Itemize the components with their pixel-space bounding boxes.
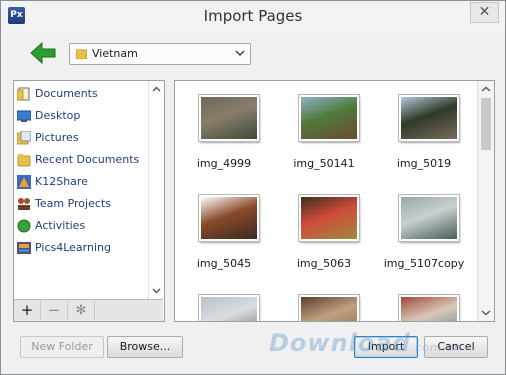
thumbnail-item[interactable]: img_50141 — [278, 81, 370, 171]
sidebar-item-k12share[interactable]: K12Share — [16, 172, 146, 192]
back-arrow-icon — [30, 41, 56, 65]
pictures-icon — [17, 131, 31, 145]
add-location-button[interactable]: + — [14, 301, 41, 320]
sidebar-item-label: Recent Documents — [35, 153, 140, 166]
documents-icon — [17, 87, 30, 101]
team-icon — [18, 198, 30, 210]
thumbnail-image — [199, 195, 259, 241]
cancel-button[interactable]: Cancel — [424, 336, 488, 358]
sidebar-item-label: Pictures — [35, 131, 79, 144]
sidebar-item-label: K12Share — [35, 175, 88, 188]
sidebar-item-label: Activities — [35, 219, 86, 232]
chevron-down-icon — [235, 50, 245, 57]
path-value: Vietnam — [92, 47, 138, 60]
folder-icon — [17, 154, 31, 167]
locations-scrollbar[interactable] — [148, 81, 164, 299]
scroll-up-icon[interactable] — [152, 85, 161, 94]
import-pages-dialog: Px Import Pages ✕ Vietnam Documents Deskt… — [0, 0, 506, 375]
locations-toolbar: + − ✻ — [14, 299, 163, 321]
thumbnail-item[interactable]: img_5107copy — [378, 181, 470, 271]
thumbnail-item[interactable]: img_5019 — [378, 81, 470, 171]
locations-list: Documents Desktop Pictures Recent Documents… — [14, 81, 148, 299]
thumbnail-caption: img_5063 — [296, 257, 352, 270]
thumbnail-caption: img_5045 — [196, 257, 252, 270]
scrollbar-thumb[interactable] — [481, 98, 491, 150]
thumbnail-image — [299, 295, 359, 321]
thumbnail-item[interactable] — [178, 281, 270, 321]
thumbnail-item[interactable]: img_5063 — [278, 181, 370, 271]
thumbnail-item[interactable]: img_4999 — [178, 81, 270, 171]
k12share-icon — [17, 175, 31, 189]
remove-location-button[interactable]: − — [41, 301, 68, 320]
thumbnail-image — [299, 195, 359, 241]
sidebar-item-label: Pics4Learning — [35, 241, 111, 254]
scroll-down-icon[interactable] — [152, 286, 161, 295]
pics4learning-icon — [17, 242, 31, 254]
thumbnail-image — [399, 95, 459, 141]
sidebar-item-label: Documents — [35, 87, 98, 100]
thumbnail-image — [199, 95, 259, 141]
thumbnail-scrollbar[interactable] — [477, 81, 494, 321]
thumbnail-caption: img_5107copy — [383, 257, 465, 270]
sidebar-item-label: Desktop — [35, 109, 81, 122]
sidebar-item-label: Team Projects — [35, 197, 111, 210]
sidebar-item-desktop[interactable]: Desktop — [16, 106, 146, 126]
thumbnail-caption: img_5019 — [396, 157, 452, 170]
thumbnail-item[interactable]: img_5045 — [178, 181, 270, 271]
sidebar-item-recent-documents[interactable]: Recent Documents — [16, 150, 146, 170]
scroll-down-icon[interactable] — [481, 308, 491, 317]
thumbnail-grid: img_4999 img_50141 img_5019 img_5045 img_506… — [175, 81, 477, 321]
new-folder-button[interactable]: New Folder — [20, 336, 104, 358]
thumbnail-caption: img_50141 — [293, 157, 355, 170]
location-settings-button[interactable]: ✻ — [68, 301, 95, 320]
thumbnail-panel: img_4999 img_50141 img_5019 img_5045 img_506… — [174, 80, 495, 322]
title-bar: Px Import Pages ✕ — [1, 1, 505, 31]
dialog-title: Import Pages — [203, 7, 303, 25]
browse-button[interactable]: Browse... — [107, 336, 183, 358]
thumbnail-image — [299, 95, 359, 141]
thumbnail-item[interactable] — [278, 281, 370, 321]
sidebar-item-documents[interactable]: Documents — [16, 84, 146, 104]
thumbnail-caption: img_4999 — [196, 157, 252, 170]
scroll-up-icon[interactable] — [481, 85, 491, 94]
thumbnail-item[interactable] — [378, 281, 470, 321]
sidebar-item-pictures[interactable]: Pictures — [16, 128, 146, 148]
sidebar-item-team-projects[interactable]: Team Projects — [16, 194, 146, 214]
thumbnail-image — [399, 195, 459, 241]
thumbnail-image — [199, 295, 259, 321]
desktop-icon — [17, 110, 31, 122]
sidebar-item-activities[interactable]: Activities — [16, 216, 146, 236]
path-dropdown[interactable]: Vietnam — [69, 43, 251, 65]
close-button[interactable]: ✕ — [470, 2, 499, 23]
thumbnail-image — [399, 295, 459, 321]
back-button[interactable] — [29, 41, 57, 65]
activities-icon — [17, 219, 31, 233]
sidebar-item-pics4learning[interactable]: Pics4Learning — [16, 238, 146, 258]
import-button[interactable]: Import — [354, 336, 418, 358]
folder-icon — [76, 49, 87, 59]
locations-panel: Documents Desktop Pictures Recent Documents… — [13, 80, 165, 322]
